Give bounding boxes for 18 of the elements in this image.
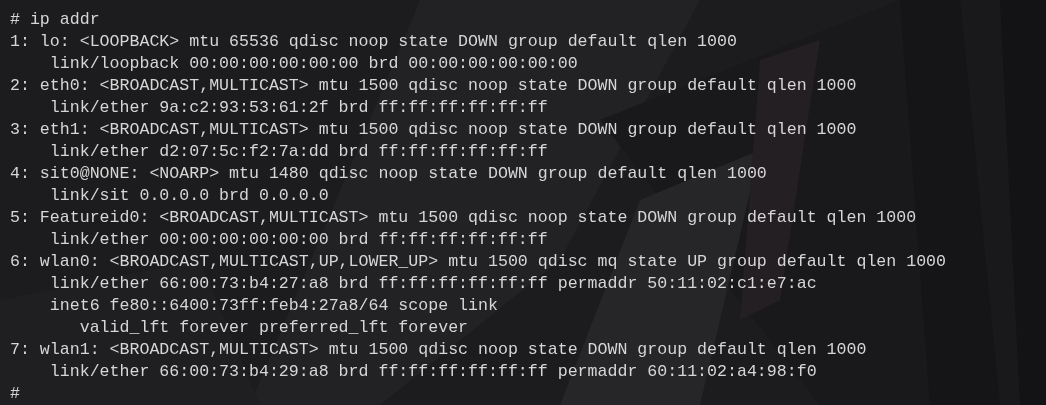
terminal-line: 3: eth1: <BROADCAST,MULTICAST> mtu 1500 qdisc noop state DOWN group default qlen 1000	[10, 119, 857, 141]
terminal-line: 2: eth0: <BROADCAST,MULTICAST> mtu 1500 qdisc noop state DOWN group default qlen 1000	[10, 75, 857, 97]
terminal-line: 6: wlan0: <BROADCAST,MULTICAST,UP,LOWER_UP> mtu 1500 qdisc mq state UP group default qlen 1000	[10, 251, 947, 273]
terminal-line: link/sit 0.0.0.0 brd 0.0.0.0	[48, 185, 329, 207]
terminal-line: link/ether 66:00:73:b4:27:a8 brd ff:ff:ff:ff:ff:ff permaddr 50:11:02:c1:e7:ac	[48, 273, 817, 295]
terminal-line: link/ether 66:00:73:b4:29:a8 brd ff:ff:ff:ff:ff:ff permaddr 60:11:02:a4:98:f0	[48, 361, 817, 383]
terminal-line: link/ether d2:07:5c:f2:7a:dd brd ff:ff:ff:ff:ff:ff	[48, 141, 548, 163]
terminal-line: 7: wlan1: <BROADCAST,MULTICAST> mtu 1500 qdisc noop state DOWN group default qlen 1000	[10, 339, 867, 361]
terminal-line: #	[10, 383, 20, 405]
terminal-line: link/ether 9a:c2:93:53:61:2f brd ff:ff:ff:ff:ff:ff	[48, 97, 548, 119]
terminal-line: # ip addr	[10, 9, 100, 31]
terminal-line: link/loopback 00:00:00:00:00:00 brd 00:00:00:00:00:00	[48, 53, 578, 75]
terminal-line: 4: sit0@NONE: <NOARP> mtu 1480 qdisc noop state DOWN group default qlen 1000	[10, 163, 767, 185]
terminal-line: 5: Featureid0: <BROADCAST,MULTICAST> mtu 1500 qdisc noop state DOWN group default qlen 1000	[10, 207, 917, 229]
terminal-line: valid_lft forever preferred_lft forever	[78, 317, 469, 339]
terminal-line: link/ether 00:00:00:00:00:00 brd ff:ff:ff:ff:ff:ff	[48, 229, 548, 251]
terminal-line: 1: lo: <LOOPBACK> mtu 65536 qdisc noop state DOWN group default qlen 1000	[10, 31, 737, 53]
terminal-line: inet6 fe80::6400:73ff:feb4:27a8/64 scope link	[48, 295, 498, 317]
